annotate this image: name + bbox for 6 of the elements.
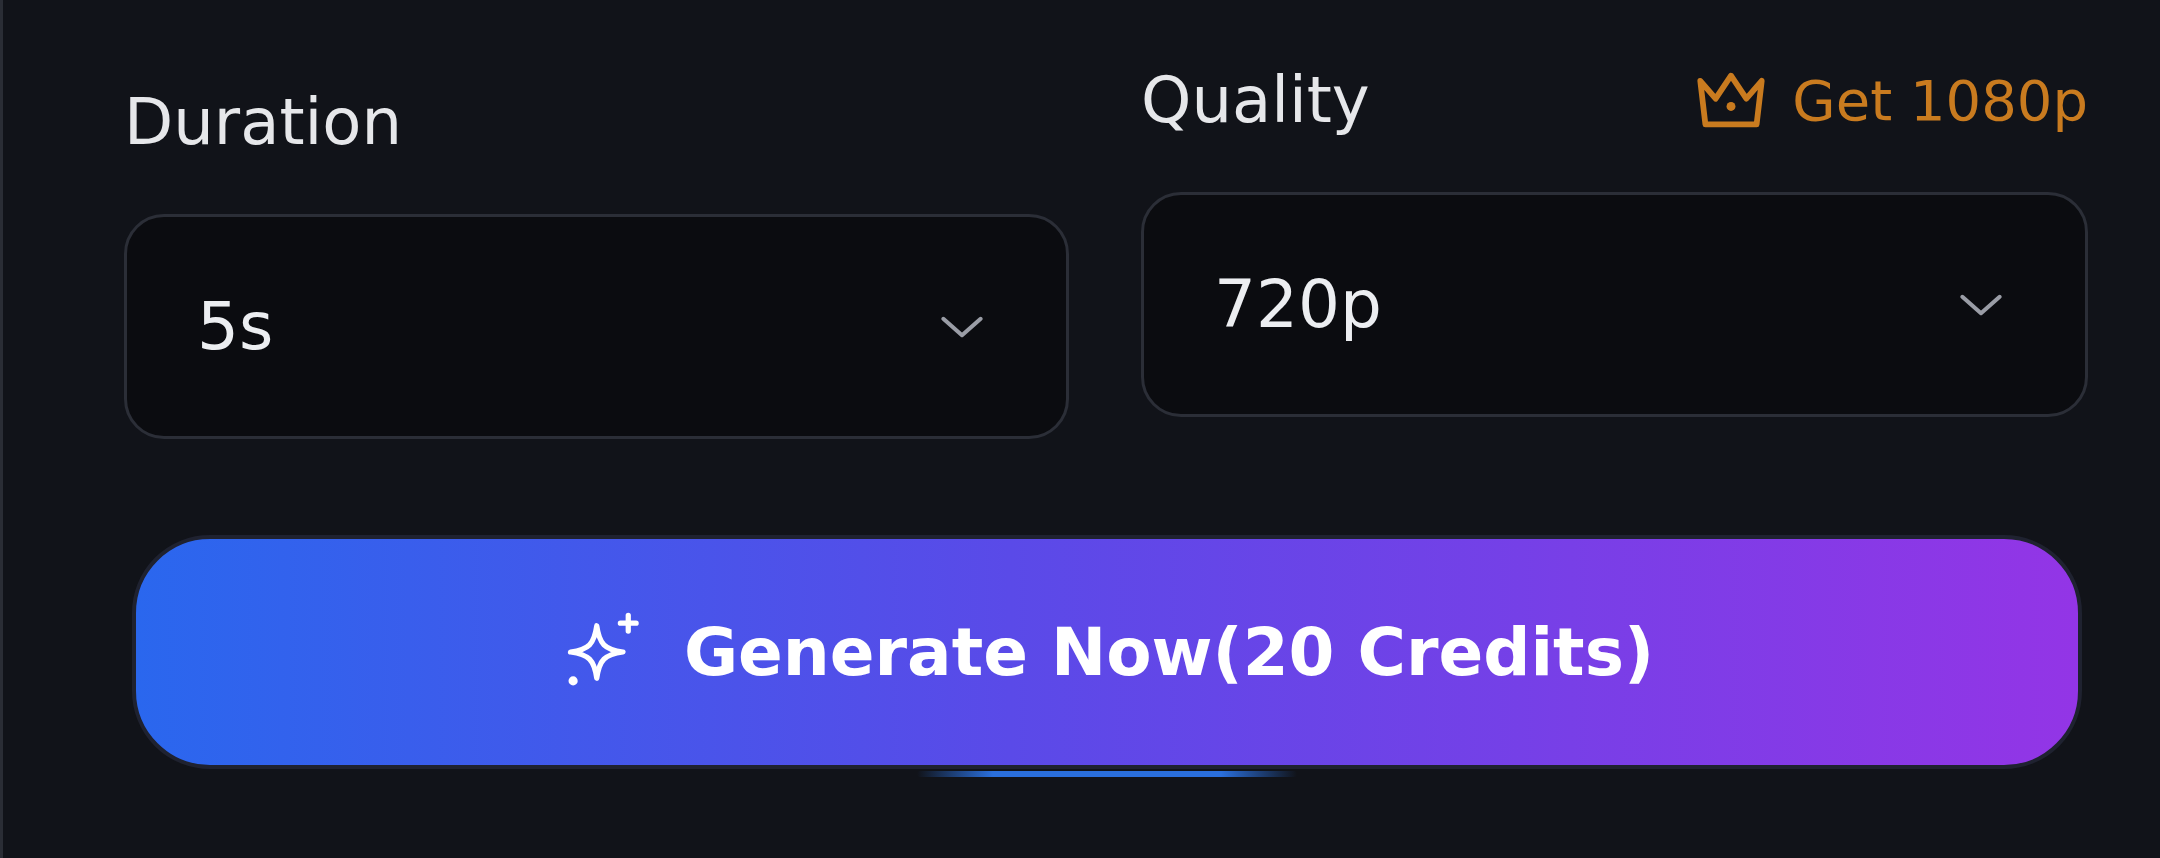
quality-select[interactable]: 720p xyxy=(1141,192,2088,417)
generate-button[interactable]: Generate Now(20 Credits) xyxy=(132,535,2082,769)
duration-select[interactable]: 5s xyxy=(124,214,1069,439)
field-label: Duration xyxy=(124,85,402,159)
upgrade-link[interactable]: Get 1080p xyxy=(1692,67,2088,133)
field-label: Quality xyxy=(1141,63,1370,137)
